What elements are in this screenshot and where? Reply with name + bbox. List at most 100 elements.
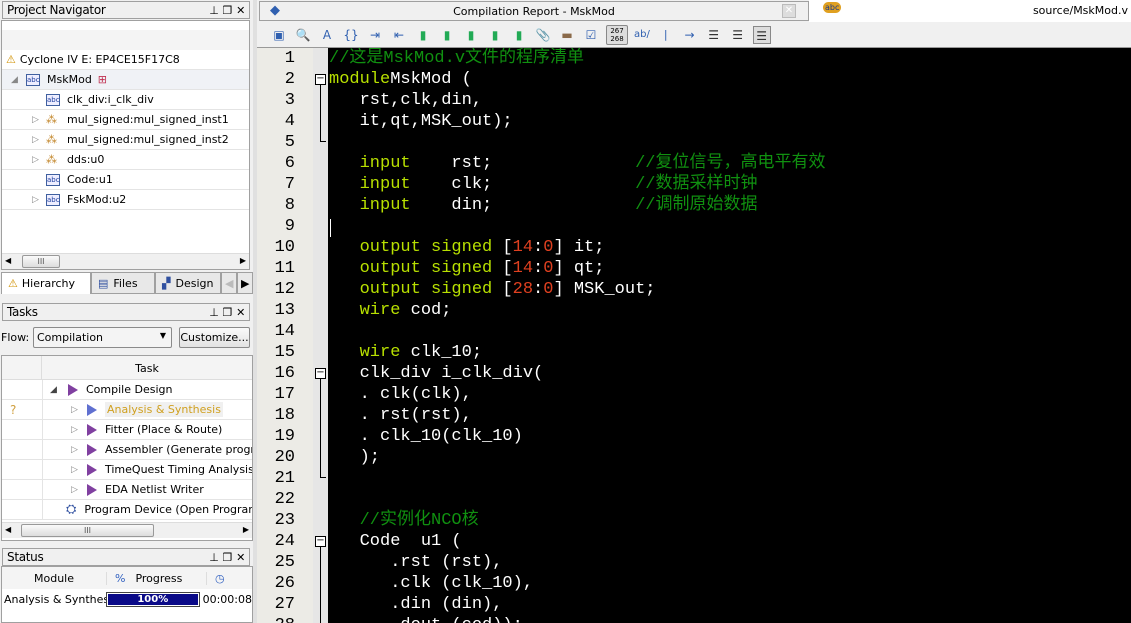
task-item[interactable]: ▷ TimeQuest Timing Analysis [2,460,252,480]
tree-item[interactable]: ▷ abc FskMod:u2 [2,190,249,210]
code-token: : [533,280,544,299]
tasks-horizontal-scrollbar[interactable]: ◀ III ▶ [2,522,252,538]
tab-compilation-report[interactable]: ◆ Compilation Report - MskMod ✕ [259,1,809,21]
code-token: //调制原始数据 [635,196,758,215]
expand-icon[interactable]: ▷ [32,115,39,125]
task-label: Assembler (Generate programming files) [105,443,253,456]
remove-bookmark-icon[interactable]: ▮ [486,26,504,44]
prev-bookmark-icon[interactable]: ▮ [462,26,480,44]
tab-scroll-right[interactable]: ▶ [237,272,253,294]
close-icon[interactable]: ✕ [236,306,245,319]
fold-collapse-icon[interactable]: − [315,368,326,379]
word-wrap-icon[interactable]: ab/ [634,29,650,40]
expanded-icon[interactable]: ◢ [50,385,57,395]
tree-item[interactable]: abc Code:u1 [2,170,249,190]
expand-icon[interactable]: ▷ [71,405,78,415]
code-token: rst; [410,154,636,173]
line-number: 12 [274,280,295,299]
restore-icon[interactable]: ❐ [223,306,233,319]
task-column-header[interactable]: Task [42,356,252,379]
tab-files[interactable]: ▤ Files [91,272,155,294]
line-number: 16 [274,364,295,383]
code-token: cod; [400,301,452,320]
expand-icon[interactable]: ▷ [32,155,39,165]
pin-icon[interactable]: ⊥ [209,551,219,564]
clear-bookmarks-icon[interactable]: ▮ [510,26,528,44]
next-bookmark-icon[interactable]: ▮ [438,26,456,44]
progress-column-header[interactable]: Progress [135,572,182,585]
line-numbers-toggle[interactable]: 267 268 [606,24,628,45]
page-icon-2[interactable]: ☰ [729,26,747,44]
check-icon[interactable]: ☑ [582,26,600,44]
pin-icon[interactable]: ⊥ [209,306,219,319]
tab-scroll-left[interactable]: ◀ [221,272,237,294]
brace-match-icon[interactable]: {} [342,26,360,44]
code-token: . rst(rst), [329,406,472,425]
unindent-icon[interactable]: ⇤ [390,26,408,44]
insert-template-icon[interactable]: ▣ [270,26,288,44]
horizontal-scrollbar[interactable]: ◀ III ▶ [2,253,249,269]
expanded-icon[interactable]: ◢ [11,75,18,85]
tree-item[interactable]: ▷ ⁂ dds:u0 [2,150,249,170]
task-item[interactable]: ◢ Compile Design [2,380,252,400]
close-icon[interactable]: ✕ [236,4,245,17]
bookmark-icon[interactable]: ▮ [414,26,432,44]
page-icon[interactable]: ☰ [705,26,723,44]
expand-icon[interactable]: ▷ [71,445,78,455]
task-item[interactable]: ? ▷ Analysis & Synthesis [2,400,252,420]
flow-select[interactable]: Compilation ▼ [33,327,172,348]
code-text: input clk; //数据采样时钟 [329,174,758,195]
indent-icon[interactable]: ⇥ [366,26,384,44]
replace-icon[interactable]: A [318,26,336,44]
line-number: 19 [274,427,295,446]
page-icon-3[interactable]: ☰ [752,25,771,44]
code-line: 12 output signed [28:0] MSK_out; [257,279,1131,300]
close-icon[interactable]: ✕ [236,551,245,564]
device-row[interactable]: ⚠ Cyclone IV E: EP4CE15F17C8 [2,50,249,70]
expand-icon[interactable]: ▷ [32,195,39,205]
task-item[interactable]: ⛭ Program Device (Open Programmer) [2,500,252,520]
run-task-icon [87,423,97,436]
expand-icon[interactable]: ▷ [71,465,78,475]
tab-label: Hierarchy [21,277,76,290]
fold-collapse-icon[interactable]: − [315,536,326,547]
scroll-icon[interactable]: ▬ [558,26,576,44]
tree-item[interactable]: ▷ ⁂ mul_signed:mul_signed_inst1 [2,110,249,130]
show-whitespace-icon[interactable]: → [681,26,699,44]
expand-icon[interactable]: ▷ [71,485,78,495]
code-text: . clk_10(clk_10) [329,426,523,447]
expand-icon[interactable]: ▷ [32,135,39,145]
line-number: 5 [284,133,295,152]
task-item[interactable]: ▷ EDA Netlist Writer [2,480,252,500]
tab-hierarchy[interactable]: ⚠ Hierarchy [1,272,91,294]
customize-button[interactable]: Customize... [179,327,250,348]
attach-icon[interactable]: 📎 [534,26,552,44]
pin-icon[interactable]: ⊥ [209,4,219,17]
tree-item[interactable]: abc clk_div:i_clk_div [2,90,249,110]
hierarchy-tree: ⚠ Cyclone IV E: EP4CE15F17C8 ◢ abc MskMod ⊞ … [1,20,250,270]
tree-item-top[interactable]: ◢ abc MskMod ⊞ [2,70,249,90]
expand-icon[interactable]: ▷ [71,425,78,435]
code-line: 21 [257,468,1131,489]
tab-source-file[interactable]: abc source/MskMod.v [809,0,1131,22]
code-token: output signed [329,238,493,257]
fold-collapse-icon[interactable]: − [315,74,326,85]
restore-icon[interactable]: ❐ [223,4,233,17]
code-text: moduleMskMod ( [329,69,472,90]
task-item[interactable]: ▷ Fitter (Place & Route) [2,420,252,440]
module-column-header[interactable]: Module [2,572,106,585]
code-editor[interactable]: 1//这是MskMod.v文件的程序清单 2− moduleMskMod (3 rs… [257,48,1131,623]
code-token: input [329,196,411,215]
code-text: //这是MskMod.v文件的程序清单 [329,48,584,69]
code-line: 22 [257,489,1131,510]
tree-item[interactable]: ▷ ⁂ mul_signed:mul_signed_inst2 [2,130,249,150]
close-tab-icon[interactable]: ✕ [782,4,796,18]
restore-icon[interactable]: ❐ [223,551,233,564]
line-number: 8 [284,196,295,215]
line-number: 4 [284,112,295,131]
line-number: 1 [284,49,295,68]
find-icon[interactable]: 🔍 [294,26,312,44]
code-text: output signed [14:0] qt; [329,258,605,279]
tab-design[interactable]: ▞ Design [155,272,221,294]
task-item[interactable]: ▷ Assembler (Generate programming files) [2,440,252,460]
